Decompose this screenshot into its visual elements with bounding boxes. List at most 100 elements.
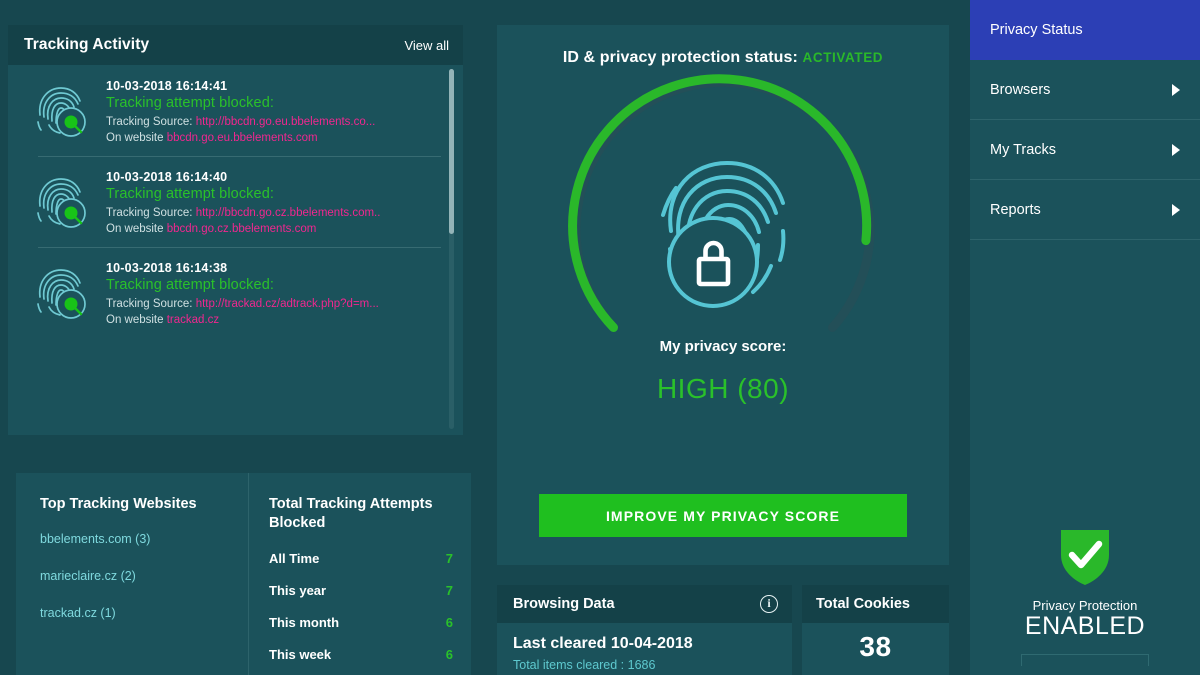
row-label: This month — [269, 615, 340, 630]
privacy-dashboard: Tracking Activity View all 10-03-2018 16… — [0, 0, 1200, 675]
chevron-right-icon — [1172, 83, 1180, 96]
tracking-source-label: Tracking Source: — [106, 116, 193, 128]
sidebar: Privacy Status Browsers My Tracks Report… — [962, 0, 1200, 675]
list-item-body: 10-03-2018 16:14:41 Tracking attempt blo… — [106, 77, 375, 146]
sidebar-item-reports[interactable]: Reports — [970, 180, 1200, 240]
table-row: This month 6 — [269, 615, 453, 630]
list-item-body: 10-03-2018 16:14:40 Tracking attempt blo… — [106, 168, 380, 237]
scrollbar-thumb[interactable] — [449, 69, 454, 234]
list-item[interactable]: trackad.cz (1) — [40, 606, 230, 620]
tracking-source-label: Tracking Source: — [106, 207, 193, 219]
tracking-source-label: Tracking Source: — [106, 298, 193, 310]
privacy-protection-action-stub[interactable] — [1021, 654, 1149, 666]
tracking-activity-card: Tracking Activity View all 10-03-2018 16… — [8, 25, 463, 435]
list-item[interactable]: bbelements.com (3) — [40, 532, 230, 546]
timestamp: 10-03-2018 16:14:38 — [106, 261, 228, 275]
list-item[interactable]: 10-03-2018 16:14:40 Tracking attempt blo… — [8, 156, 463, 247]
view-all-link[interactable]: View all — [404, 38, 449, 53]
row-label: This year — [269, 583, 327, 598]
on-website-row: On website bbcdn.go.cz.bbelements.com — [106, 221, 380, 237]
row-label: All Time — [269, 551, 320, 566]
sidebar-item-label: My Tracks — [990, 141, 1057, 158]
improve-privacy-score-button[interactable]: IMPROVE MY PRIVACY SCORE — [539, 494, 907, 537]
tracking-activity-header: Tracking Activity View all — [8, 25, 463, 65]
timestamp: 10-03-2018 16:14:40 — [106, 170, 228, 184]
left-column: Tracking Activity View all 10-03-2018 16… — [8, 25, 471, 675]
total-cookies-value: 38 — [859, 631, 892, 662]
items-cleared-text: Total items cleared : 1686 — [513, 658, 656, 672]
tracking-source-row: Tracking Source: http://bbcdn.go.cz.bbel… — [106, 205, 380, 221]
row-value: 7 — [445, 583, 453, 598]
row-value: 7 — [445, 551, 453, 566]
fingerprint-search-icon — [30, 172, 92, 234]
chevron-right-icon — [1172, 143, 1180, 156]
protection-status-label: ID & privacy protection status: — [562, 49, 798, 66]
sidebar-item-my-tracks[interactable]: My Tracks — [970, 120, 1200, 180]
privacy-score-gauge: My privacy score: HIGH (80) — [543, 73, 903, 404]
privacy-score-label: My privacy score: — [659, 338, 787, 355]
privacy-status-card: ID & privacy protection status: ACTIVATE… — [497, 25, 949, 565]
protection-status-line: ID & privacy protection status: ACTIVATE… — [497, 25, 949, 67]
total-cookies-card: Total Cookies 38 — [802, 585, 949, 675]
total-attempts-blocked-panel: Total Tracking Attempts Blocked All Time… — [248, 473, 471, 675]
fingerprint-search-icon — [30, 81, 92, 143]
panel-title: Total Cookies — [816, 596, 910, 612]
list-item[interactable]: marieclaire.cz (2) — [40, 569, 230, 583]
table-row: All Time 7 — [269, 551, 453, 566]
timestamp: 10-03-2018 16:14:41 — [106, 79, 228, 93]
list-item-body: 10-03-2018 16:14:38 Tracking attempt blo… — [106, 259, 379, 328]
fingerprint-search-icon — [30, 263, 92, 325]
tracking-source-row: Tracking Source: http://bbcdn.go.eu.bbel… — [106, 114, 375, 130]
sidebar-item-label: Reports — [990, 201, 1041, 218]
privacy-score-value: HIGH (80) — [656, 373, 790, 404]
tracking-source-row: Tracking Source: http://trackad.cz/adtra… — [106, 296, 379, 312]
sidebar-item-label: Privacy Status — [990, 22, 1083, 38]
row-value: 6 — [445, 647, 453, 662]
privacy-protection-label: Privacy Protection — [1032, 598, 1138, 613]
list-item[interactable]: 10-03-2018 16:14:38 Tracking attempt blo… — [8, 247, 463, 338]
panel-title: Top Tracking Websites — [40, 496, 197, 512]
row-label: This week — [269, 647, 332, 662]
shield-check-icon — [1061, 530, 1109, 585]
status-text: Tracking attempt blocked: — [106, 277, 274, 293]
panel-title: Total Tracking Attempts Blocked — [269, 496, 433, 531]
fingerprint-lock-icon — [543, 145, 903, 317]
on-website-row: On website bbcdn.go.eu.bbelements.com — [106, 130, 375, 146]
on-website-value: bbcdn.go.cz.bbelements.com — [166, 223, 317, 235]
tracking-source-value: http://bbcdn.go.eu.bbelements.co... — [195, 116, 376, 128]
tracking-source-value: http://bbcdn.go.cz.bbelements.com.. — [195, 207, 381, 219]
on-website-label: On website — [106, 132, 164, 144]
on-website-row: On website trackad.cz — [106, 312, 379, 328]
browsing-data-card: Browsing Data i Last cleared 10-04-2018 … — [497, 585, 792, 675]
tracking-source-value: http://trackad.cz/adtrack.php?d=m... — [195, 298, 379, 310]
privacy-protection-badge: Privacy Protection ENABLED — [970, 525, 1200, 666]
on-website-value: bbcdn.go.eu.bbelements.com — [166, 132, 318, 144]
sidebar-edge-strip — [962, 0, 970, 675]
browsing-data-header: Browsing Data i — [497, 585, 792, 623]
status-text: Tracking attempt blocked: — [106, 95, 274, 111]
on-website-label: On website — [106, 223, 164, 235]
row-value: 6 — [445, 615, 453, 630]
on-website-value: trackad.cz — [166, 314, 220, 326]
panel-title: Browsing Data — [513, 596, 615, 612]
sidebar-item-privacy-status[interactable]: Privacy Status — [970, 0, 1200, 60]
table-row: This year 7 — [269, 583, 453, 598]
total-cookies-header: Total Cookies — [802, 585, 949, 623]
privacy-protection-state: ENABLED — [1024, 612, 1146, 640]
status-text: Tracking attempt blocked: — [106, 186, 274, 202]
tracking-activity-list[interactable]: 10-03-2018 16:14:41 Tracking attempt blo… — [8, 65, 463, 435]
status-badge: ACTIVATED — [802, 50, 884, 65]
center-bottom-panels: Browsing Data i Last cleared 10-04-2018 … — [497, 585, 949, 675]
scrollbar[interactable] — [449, 69, 454, 429]
page-title: Tracking Activity — [24, 36, 150, 53]
on-website-label: On website — [106, 314, 164, 326]
top-tracking-websites-panel: Top Tracking Websites bbelements.com (3)… — [16, 473, 248, 675]
sidebar-item-label: Browsers — [990, 81, 1051, 98]
sidebar-item-browsers[interactable]: Browsers — [970, 60, 1200, 120]
chevron-right-icon — [1172, 203, 1180, 216]
info-icon[interactable]: i — [760, 595, 778, 613]
table-row: This week 6 — [269, 647, 453, 662]
center-column: ID & privacy protection status: ACTIVATE… — [497, 25, 949, 565]
list-item[interactable]: 10-03-2018 16:14:41 Tracking attempt blo… — [8, 65, 463, 156]
browsing-data-body: Last cleared 10-04-2018 Total items clea… — [497, 623, 792, 672]
